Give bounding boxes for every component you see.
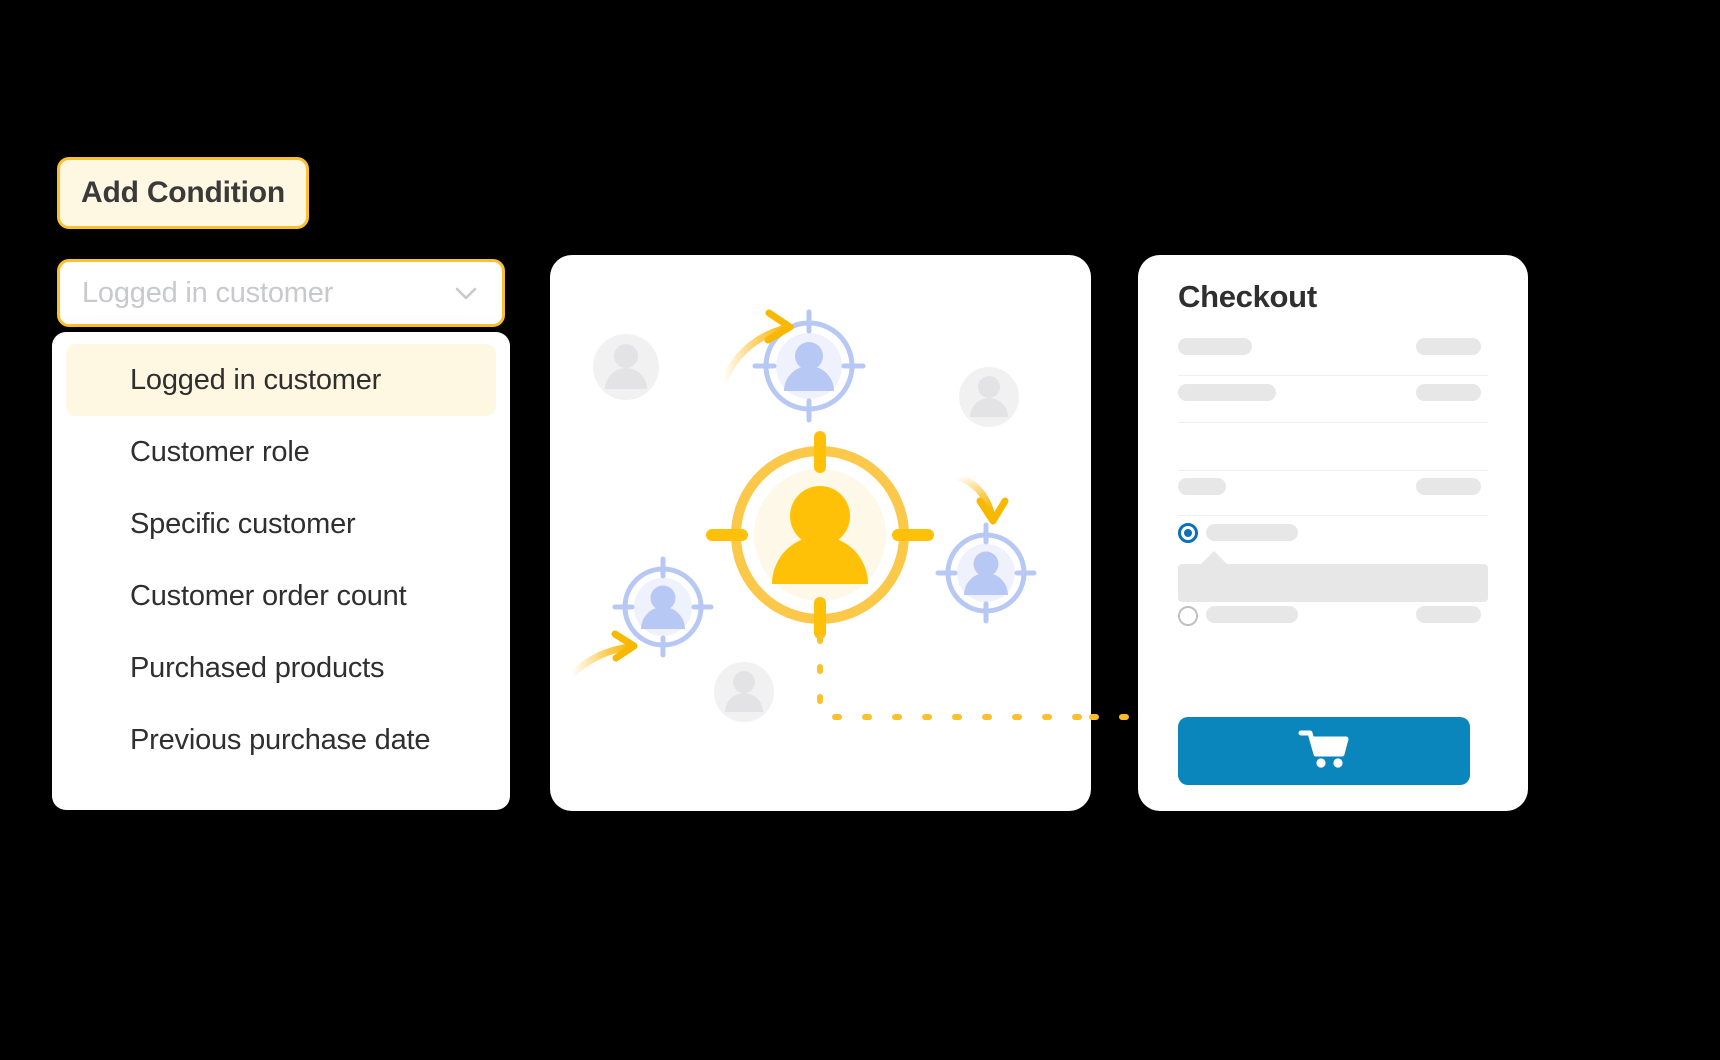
expanded-panel [1178,564,1488,602]
curved-arrow-icon [568,630,638,678]
avatar-icon [714,662,774,722]
payment-radio-selected[interactable] [1178,523,1198,543]
curved-arrow-icon [954,473,1009,525]
tooltip-caret [1200,551,1228,565]
divider [1178,375,1488,376]
target-person-icon [752,309,866,423]
screen-root: Add Condition Logged in customer Logged … [0,0,1720,1060]
dashed-connector-line [817,634,1091,720]
skeleton-bar [1416,478,1481,495]
checkout-cart-button[interactable] [1178,717,1470,785]
skeleton-bar [1178,338,1252,355]
chevron-down-icon [452,279,480,307]
dropdown-option-label: Customer order count [130,579,407,612]
payment-radio-unselected[interactable] [1178,606,1198,626]
skeleton-bar [1206,606,1298,623]
dropdown-option-0[interactable]: Logged in customer [66,344,496,416]
dropdown-option-4[interactable]: Purchased products [66,632,496,704]
target-person-icon [706,431,934,639]
customer-targeting-illustration-card [550,255,1091,811]
dropdown-option-2[interactable]: Specific customer [66,488,496,560]
shopping-cart-icon [1297,728,1351,775]
dropdown-option-label: Specific customer [130,507,356,540]
skeleton-bar [1416,338,1481,355]
dropdown-option-label: Customer role [130,435,310,468]
divider [1178,422,1488,423]
avatar-icon [959,367,1019,427]
divider [1178,515,1488,516]
dropdown-option-5[interactable]: Previous purchase date [66,704,496,776]
condition-type-dropdown[interactable]: Logged in customer Customer role Specifi… [52,332,510,810]
skeleton-bar [1416,606,1481,623]
skeleton-bar [1178,478,1226,495]
condition-type-select[interactable]: Logged in customer [57,259,505,327]
dropdown-option-label: Purchased products [130,651,385,684]
checkout-title: Checkout [1178,279,1317,314]
add-condition-button[interactable]: Add Condition [57,157,309,229]
dropdown-option-label: Previous purchase date [130,723,431,756]
skeleton-bar [1416,384,1481,401]
condition-type-select-value: Logged in customer [82,276,334,309]
avatar-icon [593,334,659,400]
checkout-card: Checkout [1138,255,1528,811]
dropdown-option-3[interactable]: Customer order count [66,560,496,632]
dropdown-option-1[interactable]: Customer role [66,416,496,488]
skeleton-bar [1206,524,1298,541]
target-person-icon [935,522,1037,624]
divider [1178,470,1488,471]
skeleton-bar [1178,384,1276,401]
dropdown-option-label: Logged in customer [130,363,382,396]
